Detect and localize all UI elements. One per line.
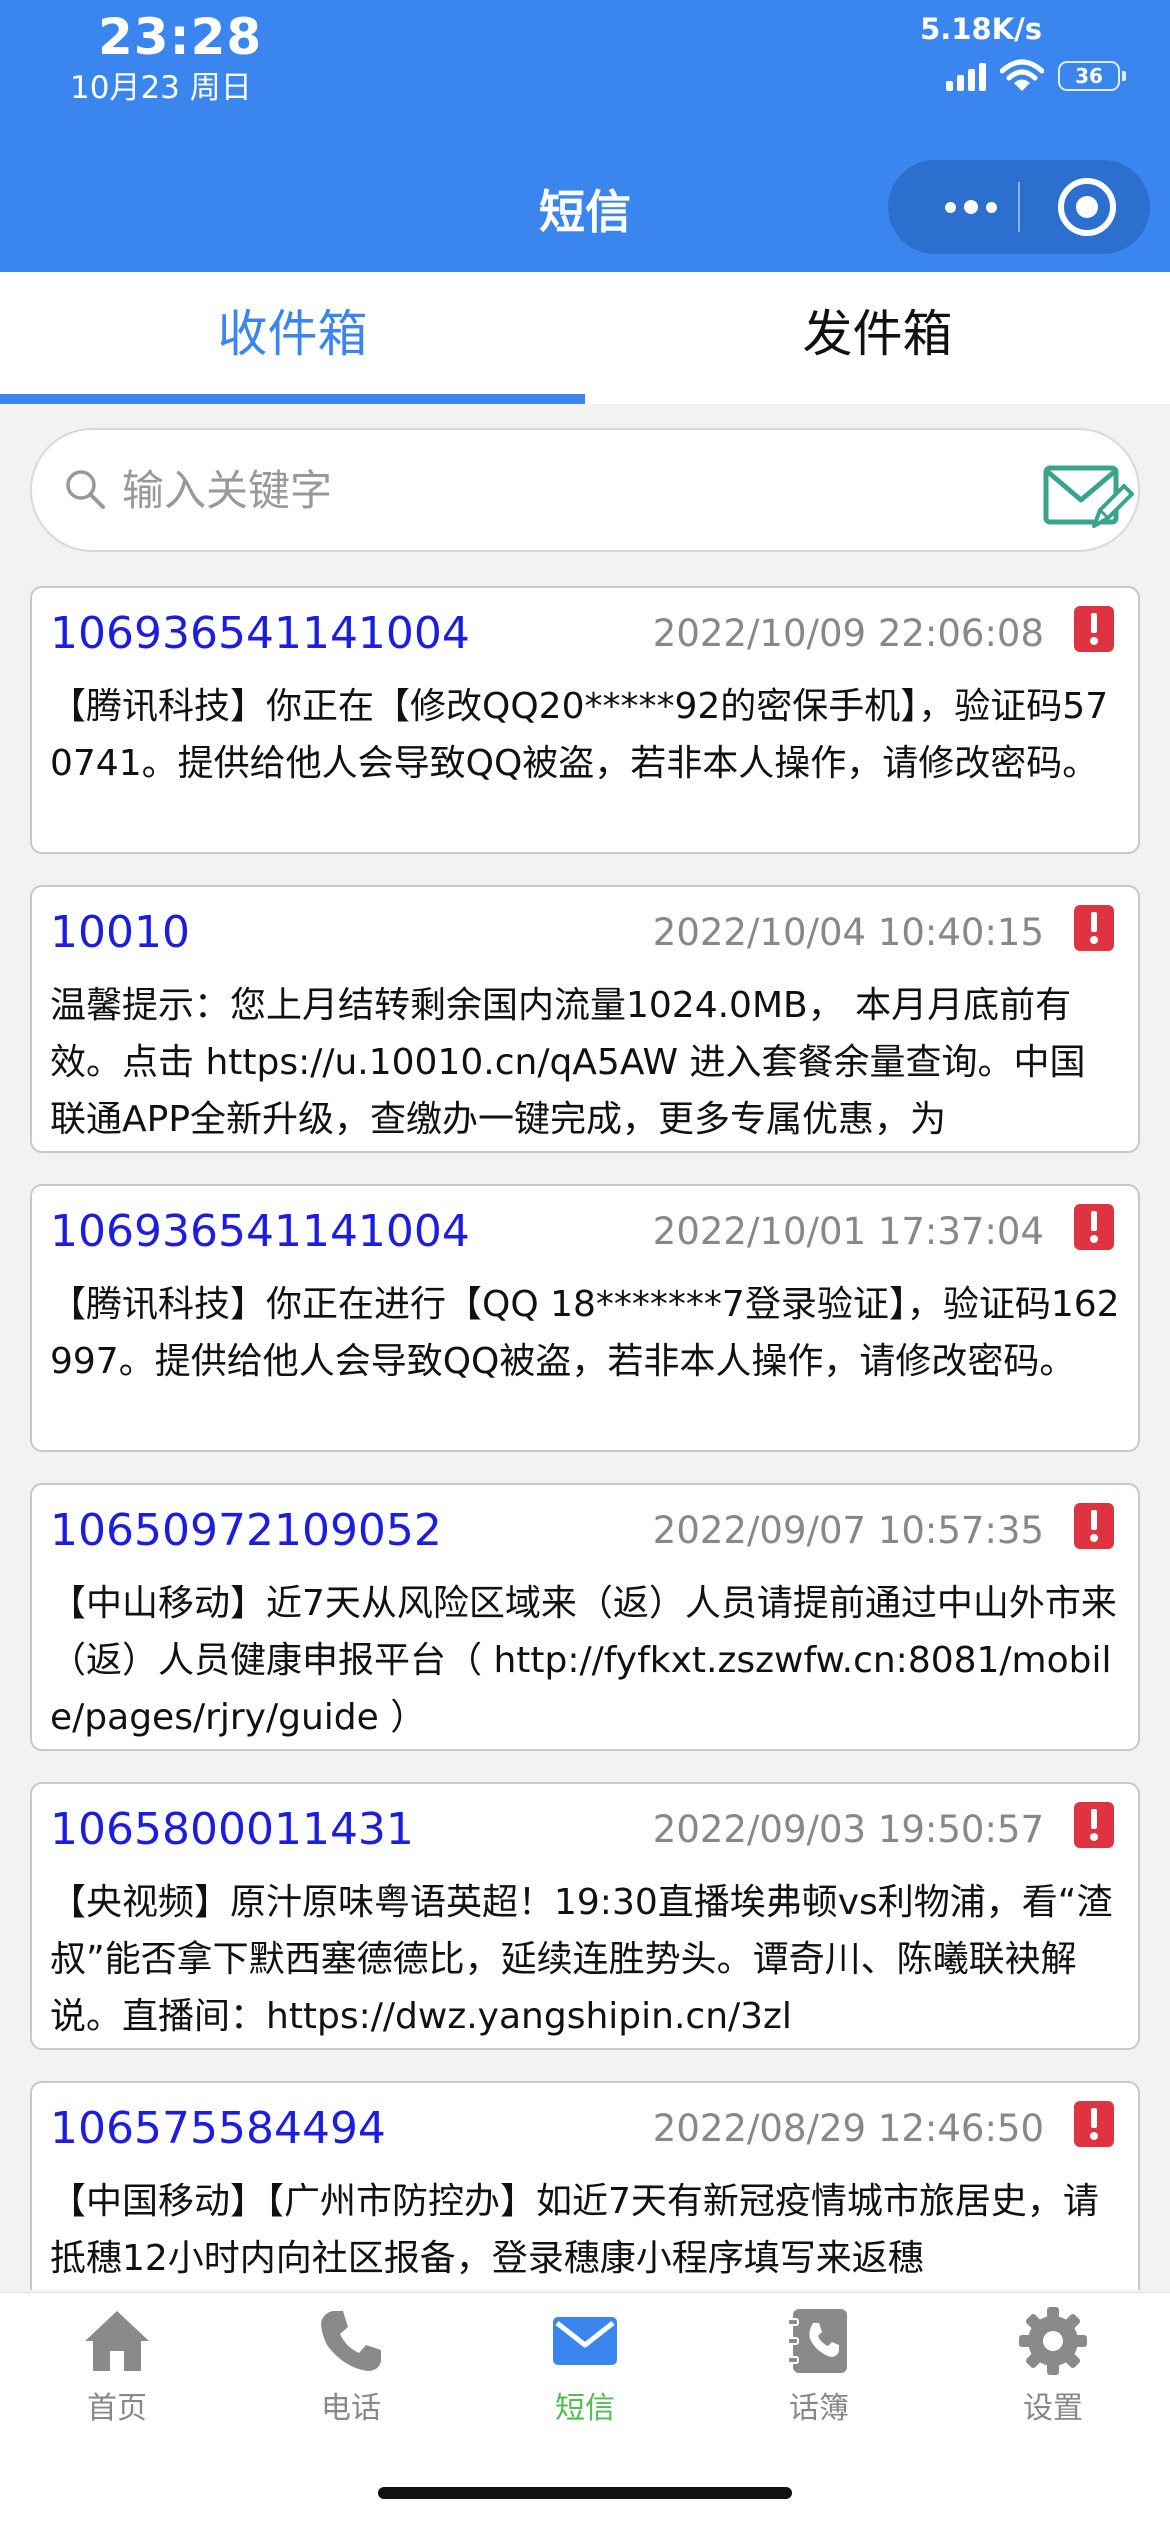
message-sender: 106936541141004 [50, 608, 470, 659]
tabbar-item-phone[interactable]: 电话 [234, 2305, 468, 2455]
more-dots-icon [945, 201, 956, 213]
tabbar-item-contacts[interactable]: 话簿 [702, 2305, 936, 2455]
message-sender: 1065800011431 [50, 1804, 414, 1855]
active-tab-indicator [0, 394, 585, 404]
message-list: 106936541141004 2022/10/09 22:06:08 【腾讯科… [30, 586, 1140, 2290]
tabbar-item-sms[interactable]: 短信 [468, 2305, 702, 2455]
message-time: 2022/09/03 19:50:57 [652, 1808, 1044, 1851]
alert-flag-icon[interactable] [1072, 903, 1116, 953]
message-body: 【腾讯科技】你正在【修改QQ20*****92的密保手机】，验证码570741。… [50, 686, 1109, 784]
message-card[interactable]: 1065800011431 2022/09/03 19:50:57 【央视频】原… [30, 1782, 1140, 2050]
wifi-icon [1000, 59, 1044, 91]
tabbar-item-home[interactable]: 首页 [0, 2305, 234, 2455]
battery-indicator: 36 [1058, 61, 1126, 91]
contacts-icon [787, 2309, 847, 2373]
tabbar-label: 话簿 [789, 2391, 849, 2426]
message-sender: 106936541141004 [50, 1206, 470, 1257]
message-sender: 106575584494 [50, 2103, 386, 2154]
mail-icon [553, 2317, 617, 2365]
message-card[interactable]: 10010 2022/10/04 10:40:15 温馨提示：您上月结转剩余国内… [30, 885, 1140, 1153]
status-icons: 36 [946, 56, 1126, 96]
cellular-signal-icon [946, 61, 986, 91]
message-body: 【中山移动】近7天从风险区域来（返）人员请提前通过中山外市来（返）人员健康申报平… [50, 1583, 1117, 1738]
message-card[interactable]: 106936541141004 2022/10/09 22:06:08 【腾讯科… [30, 586, 1140, 854]
tabbar-label: 电话 [321, 2391, 381, 2426]
search-icon [66, 470, 105, 509]
message-body: 【中国移动】【广州市防控办】如近7天有新冠疫情城市旅居史，请抵穗12小时内向社区… [50, 2181, 1099, 2279]
search-bar [30, 428, 1140, 552]
alert-flag-icon[interactable] [1072, 1202, 1116, 1252]
tabbar-label: 首页 [87, 2391, 147, 2426]
message-time: 2022/08/29 12:46:50 [652, 2107, 1044, 2150]
tabbar-label: 短信 [555, 2391, 615, 2426]
alert-flag-icon[interactable] [1072, 1800, 1116, 1850]
message-card[interactable]: 10650972109052 2022/09/07 10:57:35 【中山移动… [30, 1483, 1140, 1751]
message-sender: 10650972109052 [50, 1505, 442, 1556]
compose-message-icon[interactable] [1042, 460, 1134, 532]
message-sender: 10010 [50, 907, 190, 958]
mailbox-tabs: 收件箱 发件箱 [0, 272, 1170, 404]
message-time: 2022/10/09 22:06:08 [652, 612, 1044, 655]
message-time: 2022/10/01 17:37:04 [652, 1210, 1044, 1253]
search-input[interactable] [122, 452, 1002, 528]
gear-icon [1019, 2307, 1087, 2375]
home-indicator[interactable] [378, 2487, 792, 2499]
capsule-divider [1018, 182, 1020, 232]
message-card[interactable]: 106575584494 2022/08/29 12:46:50 【中国移动】【… [30, 2081, 1140, 2290]
top-bar: 23:28 10月23 周日 5.18K/s 36 短信 [0, 0, 1170, 272]
message-body: 【腾讯科技】你正在进行【QQ 18*******7登录验证】，验证码162997… [50, 1284, 1120, 1382]
network-speed: 5.18K/s [920, 12, 1042, 46]
phone-icon [321, 2311, 381, 2371]
message-body: 温馨提示：您上月结转剩余国内流量1024.0MB， 本月月底前有效。点击 htt… [50, 985, 1086, 1140]
alert-flag-icon[interactable] [1072, 2099, 1116, 2149]
status-time: 23:28 [98, 8, 263, 66]
message-time: 2022/09/07 10:57:35 [652, 1509, 1044, 1552]
tab-inbox[interactable]: 收件箱 [0, 272, 585, 404]
more-options-button[interactable] [926, 182, 1016, 232]
message-card[interactable]: 106936541141004 2022/10/01 17:37:04 【腾讯科… [30, 1184, 1140, 1452]
close-mini-program-button[interactable] [1058, 178, 1116, 236]
status-date: 10月23 周日 [70, 70, 252, 106]
tab-outbox[interactable]: 发件箱 [585, 272, 1170, 404]
tabbar-label: 设置 [1023, 2391, 1083, 2426]
message-body: 【央视频】原汁原味粤语英超！19:30直播埃弗顿vs利物浦，看“渣叔”能否拿下默… [50, 1882, 1113, 2037]
home-icon [85, 2311, 149, 2371]
message-time: 2022/10/04 10:40:15 [652, 911, 1044, 954]
tabbar-item-settings[interactable]: 设置 [936, 2305, 1170, 2455]
alert-flag-icon[interactable] [1072, 604, 1116, 654]
alert-flag-icon[interactable] [1072, 1501, 1116, 1551]
mini-program-capsule [888, 160, 1150, 254]
